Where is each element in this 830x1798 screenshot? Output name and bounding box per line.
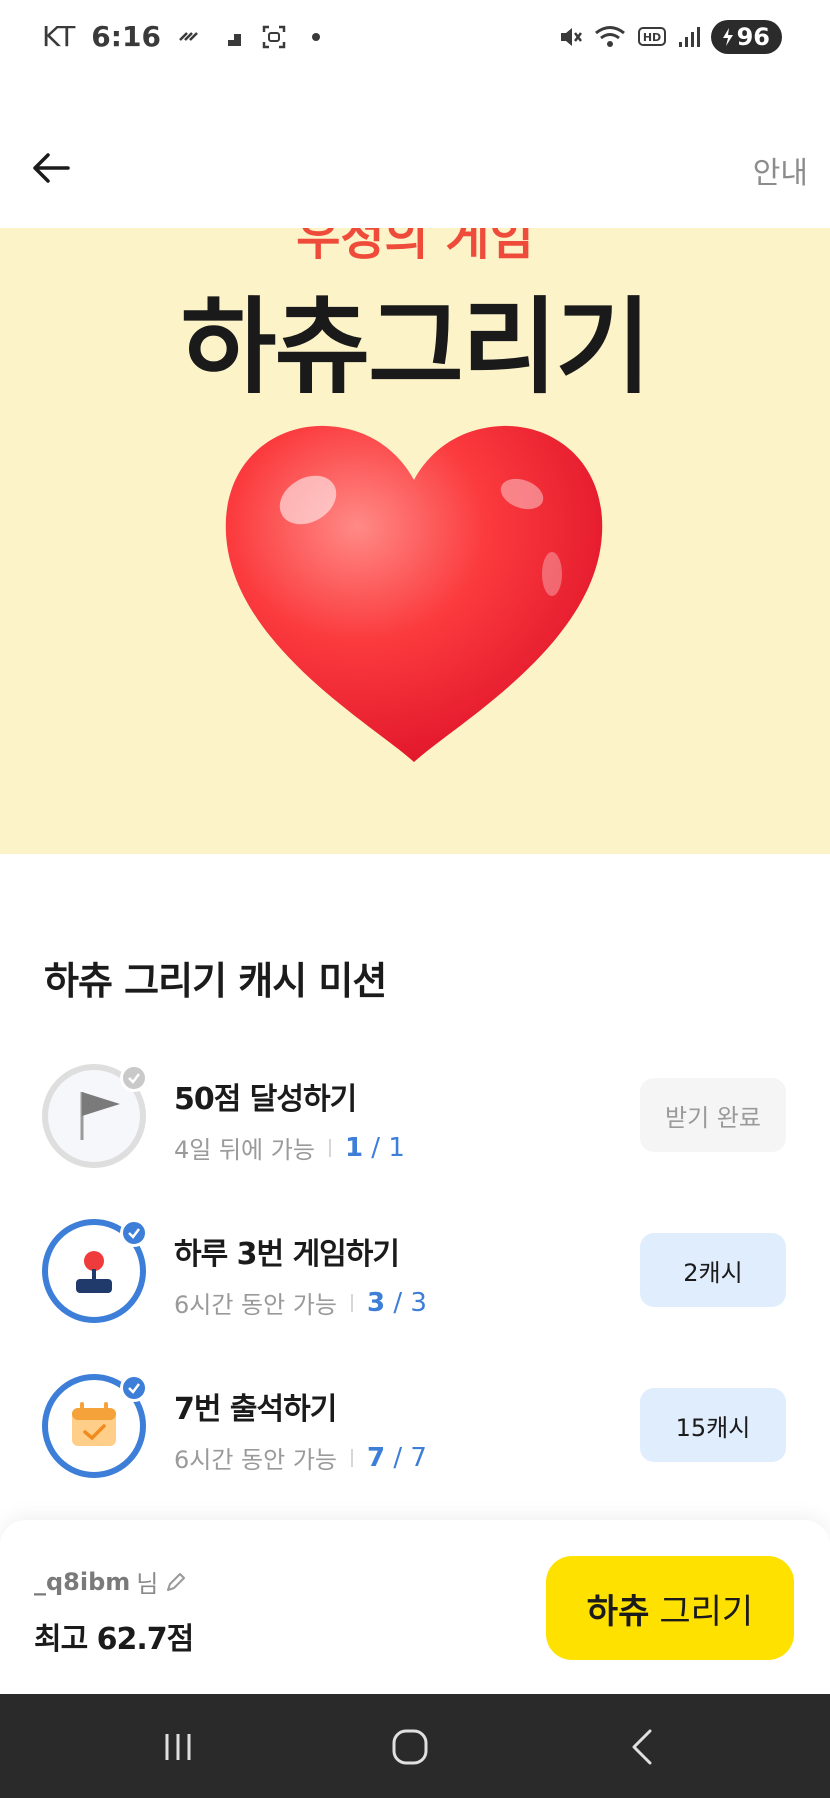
- username-suffix: 님: [136, 1570, 159, 1598]
- system-nav-bar: [0, 1694, 830, 1798]
- data-saver-icon: [179, 31, 198, 41]
- game-banner[interactable]: 우정의 게임 하츄그리기: [0, 228, 830, 854]
- mission-item: 50점 달성하기 4일 뒤에 가능 1 / 1 받기 완료: [0, 1064, 830, 1174]
- svg-text:HD: HD: [642, 31, 660, 44]
- pencil-edit-icon[interactable]: [164, 1570, 188, 1594]
- carrier-label: KT: [42, 20, 76, 53]
- back-arrow-icon[interactable]: [28, 144, 76, 192]
- meta-divider: [351, 1293, 354, 1312]
- check-badge-icon: [120, 1219, 148, 1247]
- notification-dot-icon: [311, 32, 320, 41]
- missions-section-title: 하츄 그리기 캐시 미션: [44, 959, 387, 1003]
- progress-slash: /: [385, 1287, 411, 1318]
- status-bar: KT 6:16 HD 96: [0, 0, 830, 80]
- mission-meta: 4일 뒤에 가능 1 / 1: [174, 1130, 405, 1165]
- mission-title: 하루 3번 게임하기: [174, 1237, 400, 1272]
- claim-reward-button[interactable]: 2캐시: [640, 1233, 786, 1307]
- mission-progress: 3 / 3: [367, 1288, 427, 1318]
- mission-availability: 4일 뒤에 가능: [174, 1136, 315, 1164]
- heart-image: [225, 425, 603, 762]
- mission-item: 하루 3번 게임하기 6시간 동안 가능 3 / 3 2캐시: [0, 1219, 830, 1329]
- battery-level: 96: [736, 23, 770, 51]
- recent-apps-icon[interactable]: [153, 1722, 203, 1772]
- hd-voice-icon: HD: [637, 27, 666, 46]
- back-nav-icon[interactable]: [618, 1722, 668, 1772]
- progress-current: 1: [344, 1132, 364, 1163]
- mission-icon-wrapper: [42, 1374, 148, 1478]
- battery-indicator: 96: [710, 20, 782, 54]
- mission-title: 7번 출석하기: [174, 1392, 337, 1427]
- meta-divider: [328, 1138, 331, 1157]
- home-icon[interactable]: [385, 1722, 435, 1772]
- check-badge-icon: [120, 1064, 148, 1092]
- mission-meta: 6시간 동안 가능 7 / 7: [174, 1440, 427, 1475]
- charging-bolt-icon: [722, 28, 733, 46]
- draw-button-bold: 하츄: [586, 1591, 650, 1632]
- reward-claimed-button[interactable]: 받기 완료: [640, 1078, 786, 1152]
- start-drawing-button[interactable]: 하츄 그리기: [546, 1556, 794, 1660]
- mission-title: 50점 달성하기: [174, 1082, 357, 1117]
- signal-icon: [678, 27, 700, 47]
- mission-item: 7번 출석하기 6시간 동안 가능 7 / 7 15캐시: [0, 1374, 830, 1484]
- stairs-icon: [220, 33, 241, 46]
- username-row[interactable]: _q8ibm 님: [34, 1564, 188, 1599]
- progress-total: 7: [410, 1442, 427, 1473]
- banner-title: 하츄그리기: [180, 286, 651, 408]
- mute-icon: [560, 28, 582, 46]
- mission-availability: 6시간 동안 가능: [174, 1291, 338, 1319]
- wifi-icon: [594, 26, 625, 47]
- best-score: 최고 62.7점: [34, 1622, 194, 1657]
- screenshot-icon: [262, 25, 286, 48]
- app-header: 안내: [0, 80, 830, 228]
- status-right: HD 96: [557, 20, 782, 54]
- info-link[interactable]: 안내: [753, 148, 808, 192]
- progress-slash: /: [385, 1442, 411, 1473]
- progress-slash: /: [363, 1132, 389, 1163]
- status-left: KT 6:16: [42, 20, 329, 53]
- mission-icon-wrapper: [42, 1219, 148, 1323]
- progress-current: 3: [367, 1287, 386, 1318]
- mission-icon-wrapper: [42, 1064, 148, 1168]
- mission-meta: 6시간 동안 가능 3 / 3: [174, 1285, 427, 1320]
- username: _q8ibm: [34, 1567, 131, 1596]
- mission-progress: 1 / 1: [345, 1133, 405, 1163]
- bottom-bar: _q8ibm 님 최고 62.7점 하츄 그리기: [0, 1520, 830, 1694]
- progress-total: 3: [410, 1287, 427, 1318]
- clock: 6:16: [91, 20, 161, 53]
- mission-availability: 6시간 동안 가능: [174, 1446, 338, 1474]
- meta-divider: [351, 1448, 354, 1467]
- check-badge-icon: [120, 1374, 148, 1402]
- draw-button-text: 그리기: [659, 1591, 754, 1632]
- mission-progress: 7 / 7: [367, 1443, 427, 1473]
- progress-total: 1: [388, 1132, 405, 1163]
- progress-current: 7: [367, 1442, 386, 1473]
- claim-reward-button[interactable]: 15캐시: [640, 1388, 786, 1462]
